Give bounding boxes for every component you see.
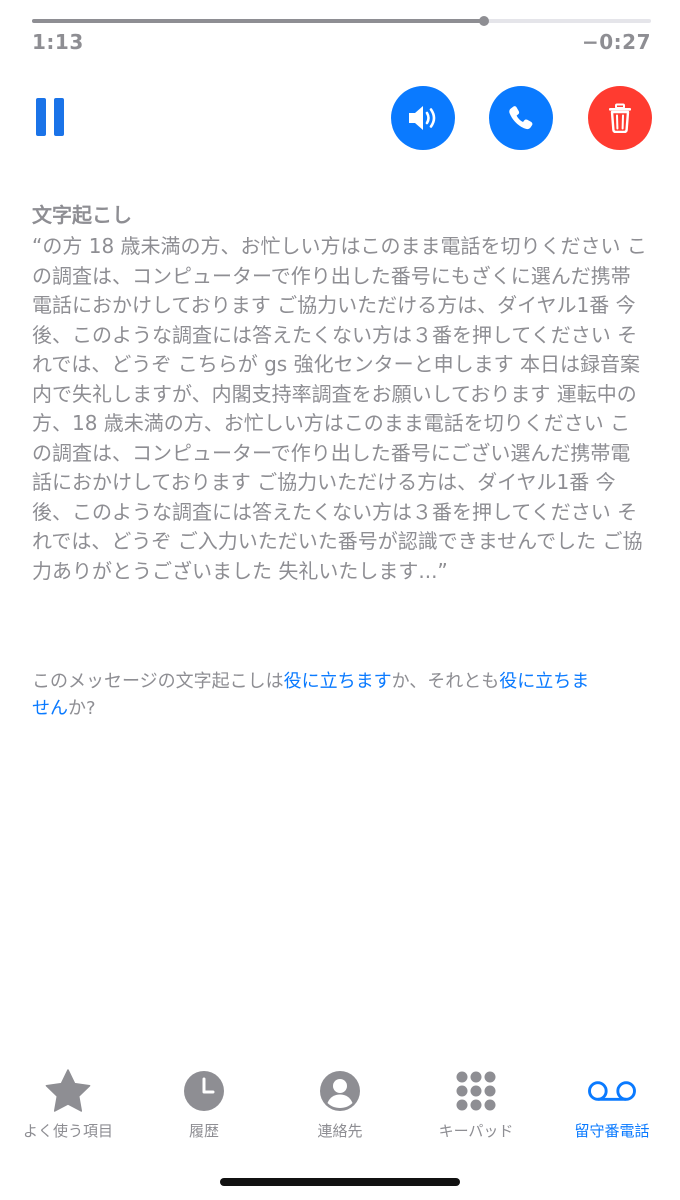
home-indicator[interactable] [220, 1178, 460, 1186]
feedback-middle: か、それとも [391, 671, 500, 692]
tab-contacts[interactable]: 連絡先 [272, 1060, 408, 1150]
tab-voicemail[interactable]: 留守番電話 [544, 1060, 680, 1150]
scrubber-progress-fill [32, 19, 484, 23]
tab-label: 留守番電話 [574, 1122, 650, 1140]
transcript-title: 文字起こし [32, 203, 132, 227]
contact-icon [320, 1071, 360, 1111]
phone-icon [509, 106, 533, 130]
speaker-button[interactable] [391, 86, 455, 150]
feedback-prefix: このメッセージの文字起こしは [32, 671, 284, 692]
keypad-icon [456, 1071, 496, 1111]
pause-icon [36, 98, 46, 136]
pause-icon-bar [54, 98, 64, 136]
elapsed-time: 1:13 [32, 30, 84, 54]
voicemail-icon [588, 1081, 636, 1101]
tab-bar: よく使う項目 履歴 連絡先 キーパッド 留守番電話 [0, 1060, 680, 1150]
feedback-suffix: か? [68, 698, 96, 719]
transcript-text: “の方 18 歳未満の方、お忙しい方はこのまま電話を切りください この調査は、コ… [32, 234, 647, 583]
call-back-button[interactable] [489, 86, 553, 150]
playback-scrubber[interactable] [32, 16, 651, 26]
speaker-icon [409, 106, 436, 130]
feedback-useful-link[interactable]: 役に立ちます [284, 671, 392, 692]
tab-favorites[interactable]: よく使う項目 [0, 1060, 136, 1150]
voicemail-detail-screen: 1:13 −0:27 文字起こし “の方 18 歳未満の方、お忙しい方はこのまま… [0, 0, 680, 1200]
tab-recents[interactable]: 履歴 [136, 1060, 272, 1150]
trash-icon [609, 103, 631, 133]
clock-icon [184, 1071, 224, 1111]
tab-keypad[interactable]: キーパッド [408, 1060, 544, 1150]
pause-button[interactable] [36, 98, 66, 136]
tab-label: 履歴 [188, 1122, 219, 1140]
delete-button[interactable] [588, 86, 652, 150]
scrubber-knob[interactable] [478, 16, 489, 26]
tab-label: 連絡先 [317, 1122, 363, 1140]
tab-label: よく使う項目 [22, 1122, 113, 1140]
transcript-feedback: このメッセージの文字起こしは役に立ちますか、それとも役に立ちませんか? [32, 668, 592, 722]
tab-label: キーパッド [438, 1122, 514, 1140]
remaining-time: −0:27 [581, 30, 651, 54]
star-icon [45, 1069, 91, 1112]
